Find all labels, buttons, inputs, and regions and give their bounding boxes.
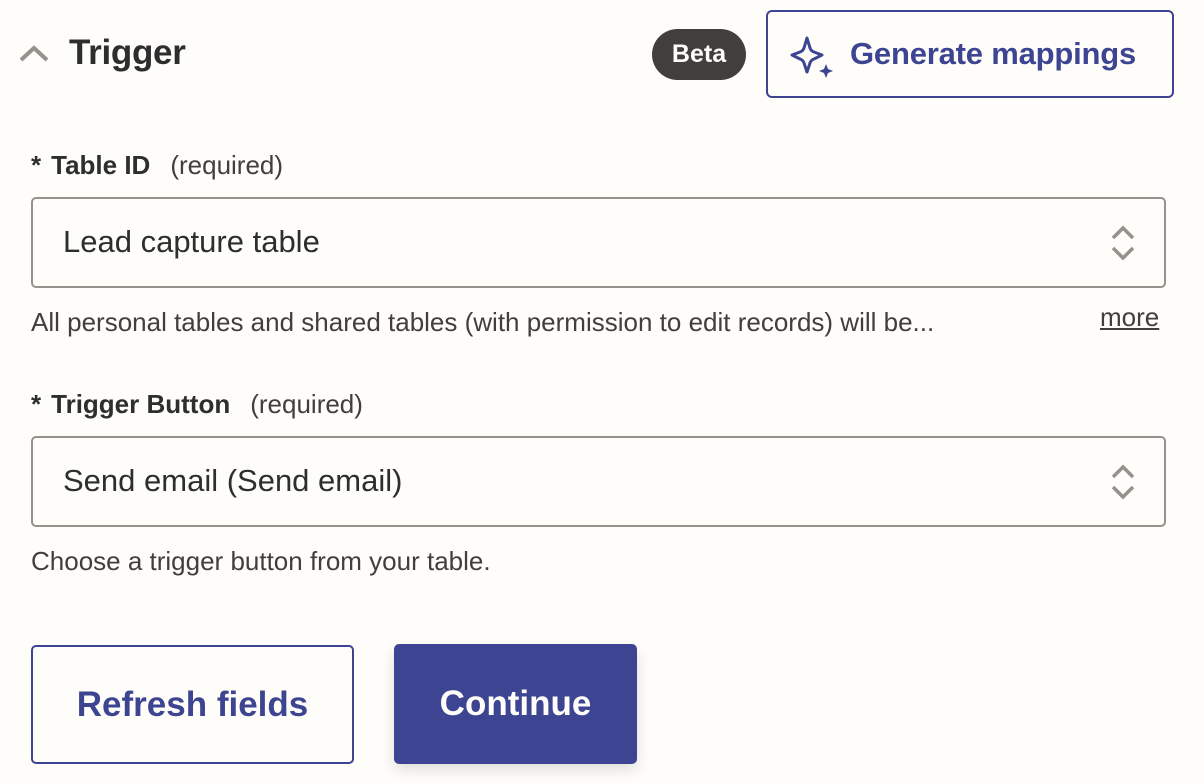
table-id-value: Lead capture table xyxy=(63,224,320,259)
table-id-help-text: All personal tables and shared tables (w… xyxy=(31,307,935,337)
sparkle-icon xyxy=(790,36,833,78)
required-text: (required) xyxy=(170,150,284,180)
chevron-up-down-icon xyxy=(1111,464,1135,500)
generate-mappings-label: Generate mappings xyxy=(850,36,1137,71)
generate-mappings-button[interactable]: Generate mappings xyxy=(766,10,1174,98)
section-title: Trigger xyxy=(69,33,186,72)
table-id-label: * Table ID (required) xyxy=(31,150,283,181)
trigger-button-label: * Trigger Button (required) xyxy=(31,389,363,420)
more-link[interactable]: more xyxy=(1100,302,1159,333)
trigger-section-header: Trigger Beta Generate mappings xyxy=(0,0,1204,110)
trigger-button-help-text: Choose a trigger button from your table. xyxy=(31,546,491,576)
required-marker: * xyxy=(31,150,42,180)
chevron-up-down-icon xyxy=(1111,225,1135,261)
field-name: Trigger Button xyxy=(51,389,231,419)
required-marker: * xyxy=(31,389,42,419)
continue-button[interactable]: Continue xyxy=(394,644,637,764)
refresh-fields-button[interactable]: Refresh fields xyxy=(31,645,354,764)
collapse-button[interactable] xyxy=(18,38,50,68)
chevron-up-icon xyxy=(19,45,49,62)
trigger-button-select[interactable]: Send email (Send email) xyxy=(31,436,1166,527)
table-id-select[interactable]: Lead capture table xyxy=(31,197,1166,288)
trigger-button-value: Send email (Send email) xyxy=(63,463,403,498)
field-name: Table ID xyxy=(51,150,151,180)
beta-badge: Beta xyxy=(652,29,746,80)
required-text: (required) xyxy=(250,389,363,419)
